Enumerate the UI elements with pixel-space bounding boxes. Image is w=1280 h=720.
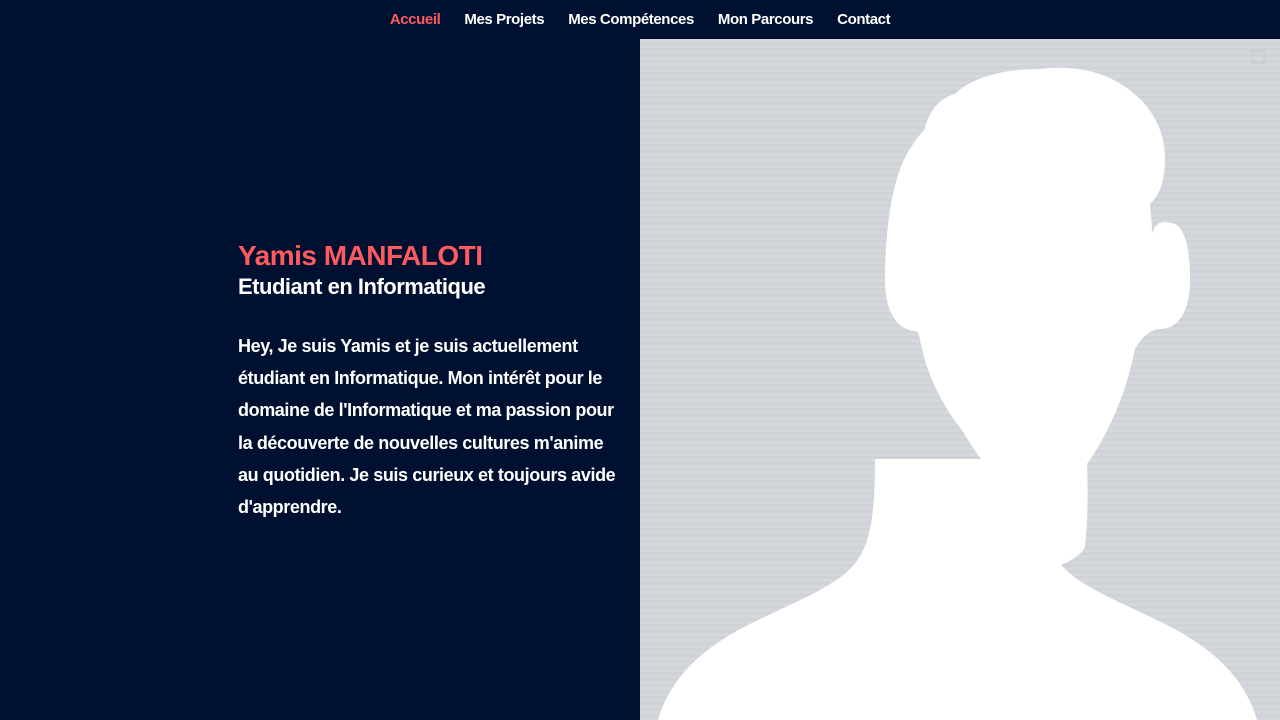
hero-subtitle: Etudiant en Informatique — [238, 274, 486, 299]
hero-bio: Hey, Je suis Yamis et je suis actuelleme… — [238, 336, 616, 518]
nav-item-mon-parcours[interactable]: Mon Parcours — [718, 11, 814, 28]
nav-item-mes-projets[interactable]: Mes Projets — [464, 11, 544, 28]
avatar-silhouette-head — [885, 94, 1136, 470]
nav-item-mes-competences[interactable]: Mes Compétences — [568, 11, 694, 28]
hero-name: Yamis MANFALOTI — [238, 240, 483, 271]
nav-item-accueil[interactable]: Accueil — [390, 11, 441, 28]
hero-intro: Yamis MANFALOTI Etudiant en Informatique… — [0, 39, 640, 720]
top-navigation: Accueil Mes Projets Mes Compétences Mon … — [0, 0, 1280, 39]
nav-item-contact[interactable]: Contact — [837, 11, 890, 28]
avatar-silhouette-shoulders — [658, 459, 1257, 720]
profile-photo — [640, 39, 1280, 720]
default-avatar-silhouette-icon — [658, 50, 1265, 720]
